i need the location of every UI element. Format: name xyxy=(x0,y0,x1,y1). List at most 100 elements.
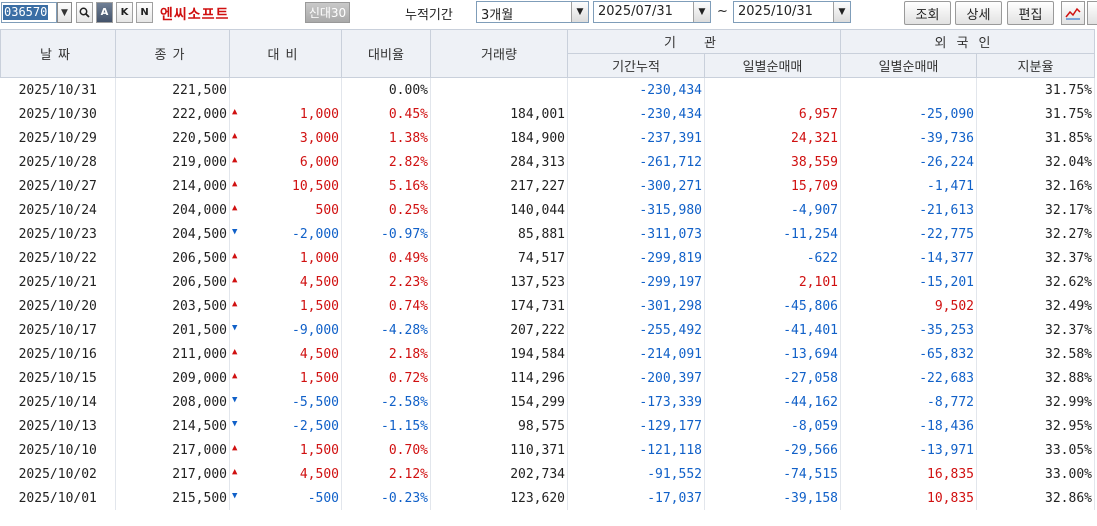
cell-change-rate-value: 0.74% xyxy=(388,298,428,314)
cell-volume-value: 74,517 xyxy=(518,250,565,266)
chevron-down-icon[interactable]: ▼ xyxy=(693,2,710,22)
table-row[interactable]: 2025/10/29 220,500 ▲ 3,000 1.38% 184,900 -237,… xyxy=(0,126,1095,150)
cell-inst-daily-value: -4,907 xyxy=(791,202,838,218)
cell-volume-value: 174,731 xyxy=(510,298,565,314)
cell-inst-cum: -311,073 xyxy=(567,222,705,246)
col-header-change-rate[interactable]: 대비율 xyxy=(341,29,431,78)
table-row[interactable]: 2025/10/01 215,500 ▼ -500 -0.23% 123,620 -17,0… xyxy=(0,486,1095,510)
cell-change: ▼ -2,500 xyxy=(229,414,342,438)
table-row[interactable]: 2025/10/22 206,500 ▲ 1,000 0.49% 74,517 -299,8… xyxy=(0,246,1095,270)
cell-change-rate: 0.74% xyxy=(341,294,431,318)
table-row[interactable]: 2025/10/02 217,000 ▲ 4,500 2.12% 202,734 -91,5… xyxy=(0,462,1095,486)
cell-volume: 85,881 xyxy=(430,222,568,246)
table-row[interactable]: 2025/10/13 214,500 ▼ -2,500 -1.15% 98,575 -129… xyxy=(0,414,1095,438)
cell-volume: 184,001 xyxy=(430,102,568,126)
col-header-volume[interactable]: 거래량 xyxy=(430,29,568,78)
cell-close-value: 206,500 xyxy=(172,274,227,290)
table-row[interactable]: 2025/10/10 217,000 ▲ 1,500 0.70% 110,371 -121,… xyxy=(0,438,1095,462)
col-header-close[interactable]: 종가 xyxy=(115,29,230,78)
period-select[interactable]: 3개월 ▼ xyxy=(476,1,589,23)
edit-button[interactable]: 편집 xyxy=(1007,1,1054,25)
search-button[interactable]: 조회 xyxy=(904,1,951,25)
col-header-frgn-ratio[interactable]: 지분율 xyxy=(976,53,1095,78)
date-to-picker[interactable]: 2025/10/31 ▼ xyxy=(733,1,851,23)
btn-n[interactable]: N xyxy=(136,2,153,23)
table-row[interactable]: 2025/10/20 203,500 ▲ 1,500 0.74% 174,731 -301,… xyxy=(0,294,1095,318)
cell-inst-cum-value: -129,177 xyxy=(639,418,702,434)
cell-frgn-ratio-value: 32.62% xyxy=(1045,274,1092,290)
cell-inst-daily: -4,907 xyxy=(704,198,841,222)
date-from-picker[interactable]: 2025/07/31 ▼ xyxy=(593,1,711,23)
chart-icon[interactable] xyxy=(1061,1,1085,25)
credit-button[interactable]: 신대30 xyxy=(305,2,350,23)
cell-close-value: 219,000 xyxy=(172,154,227,170)
btn-k[interactable]: K xyxy=(116,2,133,23)
cell-date-value: 2025/10/13 xyxy=(18,418,97,434)
export-icon[interactable] xyxy=(1087,1,1097,25)
col-header-frgn-daily[interactable]: 일별순매매 xyxy=(840,53,977,78)
cell-frgn-ratio-value: 32.99% xyxy=(1045,394,1092,410)
cell-frgn-daily-value: -8,772 xyxy=(927,394,974,410)
cell-close-value: 206,500 xyxy=(172,250,227,266)
cell-volume: 114,296 xyxy=(430,366,568,390)
col-header-inst-daily[interactable]: 일별순매매 xyxy=(704,53,841,78)
cell-change-rate: -1.15% xyxy=(341,414,431,438)
cell-frgn-ratio-value: 31.75% xyxy=(1045,82,1092,98)
table-row[interactable]: 2025/10/21 206,500 ▲ 4,500 2.23% 137,523 -299,… xyxy=(0,270,1095,294)
table-row[interactable]: 2025/10/14 208,000 ▼ -5,500 -2.58% 154,299 -17… xyxy=(0,390,1095,414)
cell-change-value: -9,000 xyxy=(292,322,339,338)
cell-inst-daily: -11,254 xyxy=(704,222,841,246)
table-row[interactable]: 2025/10/30 222,000 ▲ 1,000 0.45% 184,001 -230,… xyxy=(0,102,1095,126)
table-row[interactable]: 2025/10/15 209,000 ▲ 1,500 0.72% 114,296 -200,… xyxy=(0,366,1095,390)
date-from-value: 2025/07/31 xyxy=(598,4,673,19)
up-arrow-icon: ▲ xyxy=(232,179,238,189)
cell-change-rate: 5.16% xyxy=(341,174,431,198)
stock-code-dropdown-icon[interactable]: ▼ xyxy=(57,2,72,23)
table-row[interactable]: 2025/10/16 211,000 ▲ 4,500 2.18% 194,584 -214,… xyxy=(0,342,1095,366)
cell-change-rate-value: 2.82% xyxy=(388,154,428,170)
stock-code-input[interactable]: 036570 xyxy=(1,2,57,23)
up-arrow-icon: ▲ xyxy=(232,131,238,141)
cell-change: ▲ 10,500 xyxy=(229,174,342,198)
cell-close-value: 217,000 xyxy=(172,466,227,482)
cell-date-value: 2025/10/17 xyxy=(18,322,97,338)
col-header-change[interactable]: 대비 xyxy=(229,29,342,78)
cell-frgn-ratio-value: 32.37% xyxy=(1045,322,1092,338)
cell-frgn-daily-value: -35,253 xyxy=(919,322,974,338)
table-row[interactable]: 2025/10/31 221,500 0.00% -230,434 31.75% xyxy=(0,77,1095,102)
col-header-date[interactable]: 날짜 xyxy=(0,29,116,78)
cell-frgn-daily: 16,835 xyxy=(840,462,977,486)
cell-inst-cum-value: -17,037 xyxy=(647,490,702,506)
detail-button[interactable]: 상세 xyxy=(955,1,1002,25)
cell-volume: 207,222 xyxy=(430,318,568,342)
cell-inst-cum-value: -315,980 xyxy=(639,202,702,218)
search-icon[interactable] xyxy=(76,2,93,23)
cell-change: ▲ 6,000 xyxy=(229,150,342,174)
table-row[interactable]: 2025/10/24 204,000 ▲ 500 0.25% 140,044 -315,98… xyxy=(0,198,1095,222)
cell-volume-value: 284,313 xyxy=(510,154,565,170)
cell-change: ▼ -500 xyxy=(229,486,342,510)
cell-date-value: 2025/10/24 xyxy=(18,202,97,218)
table-row[interactable]: 2025/10/27 214,000 ▲ 10,500 5.16% 217,227 -300… xyxy=(0,174,1095,198)
chevron-down-icon[interactable]: ▼ xyxy=(571,2,588,22)
cell-frgn-daily-value: -21,613 xyxy=(919,202,974,218)
chevron-down-icon[interactable]: ▼ xyxy=(833,2,850,22)
cell-date: 2025/10/02 xyxy=(0,462,116,486)
cell-frgn-ratio-value: 32.27% xyxy=(1045,226,1092,242)
col-header-inst-cum[interactable]: 기간누적 xyxy=(567,53,705,78)
cell-change-value: 1,500 xyxy=(299,298,339,314)
cell-frgn-daily: -21,613 xyxy=(840,198,977,222)
cell-date: 2025/10/29 xyxy=(0,126,116,150)
cell-change-rate: 2.23% xyxy=(341,270,431,294)
cell-change-rate: 0.45% xyxy=(341,102,431,126)
cell-close: 204,500 xyxy=(115,222,230,246)
table-row[interactable]: 2025/10/28 219,000 ▲ 6,000 2.82% 284,313 -261,… xyxy=(0,150,1095,174)
table-row[interactable]: 2025/10/23 204,500 ▼ -2,000 -0.97% 85,881 -311… xyxy=(0,222,1095,246)
cell-inst-daily: 2,101 xyxy=(704,270,841,294)
btn-a[interactable]: A xyxy=(96,2,113,23)
table-row[interactable]: 2025/10/17 201,500 ▼ -9,000 -4.28% 207,222 -25… xyxy=(0,318,1095,342)
cell-change-rate: -0.97% xyxy=(341,222,431,246)
cell-volume-value: 123,620 xyxy=(510,490,565,506)
cell-frgn-ratio-value: 32.04% xyxy=(1045,154,1092,170)
cell-close-value: 209,000 xyxy=(172,370,227,386)
